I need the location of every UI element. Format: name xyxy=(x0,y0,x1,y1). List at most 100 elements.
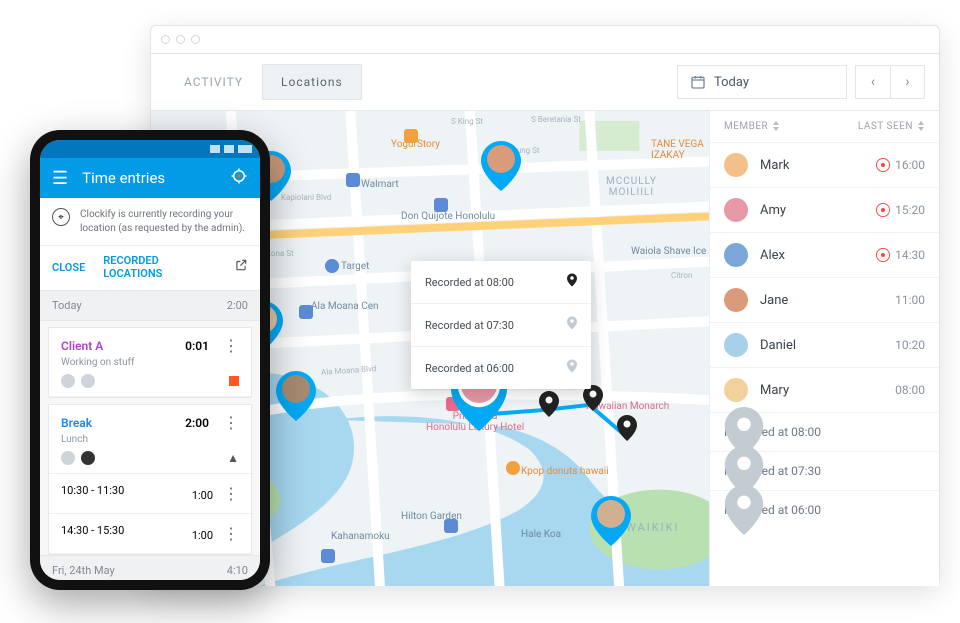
member-last-seen: 08:00 xyxy=(895,383,925,397)
banner-text: Clockify is currently recording your loc… xyxy=(80,208,248,235)
window-control-close[interactable] xyxy=(161,35,170,44)
map-tooltip-label: Recorded at 06:00 xyxy=(425,362,514,375)
member-row[interactable]: Daniel10:20 xyxy=(710,322,939,367)
location-target-icon[interactable] xyxy=(230,167,248,189)
poi-icon xyxy=(434,198,448,212)
member-row[interactable]: Mark 16:00 xyxy=(710,142,939,187)
poi-icon xyxy=(325,259,339,273)
pin-icon xyxy=(567,316,577,334)
menu-icon[interactable]: ☰ xyxy=(52,168,68,189)
member-row[interactable]: Jane11:00 xyxy=(710,277,939,322)
column-last-seen[interactable]: LAST SEEN xyxy=(858,121,925,132)
map-member-pin[interactable] xyxy=(591,496,631,546)
member-row[interactable]: Alex14:30 xyxy=(710,232,939,277)
map-tooltip-label: Recorded at 07:30 xyxy=(425,319,514,332)
billable-icon xyxy=(81,374,95,388)
map-road-label: S Beretania St xyxy=(531,115,581,124)
sub-entry-duration: 1:00 xyxy=(192,529,213,542)
date-picker[interactable]: Today xyxy=(677,65,847,99)
member-last-seen: 10:20 xyxy=(895,338,925,352)
member-name: Amy xyxy=(760,203,877,218)
recorded-locations-button[interactable]: RECORDED LOCATIONS xyxy=(103,254,216,280)
map-label: Kahanamoku xyxy=(331,531,390,542)
date-label: Today xyxy=(714,75,749,90)
tab-locations[interactable]: Locations xyxy=(262,64,362,100)
map-road-label: S King St xyxy=(451,117,483,126)
phone-appbar: ☰ Time entries xyxy=(40,158,260,198)
phone-statusbar xyxy=(40,140,260,158)
map-tooltip-row[interactable]: Recorded at 06:00 xyxy=(411,347,591,389)
entry-card[interactable]: Break 2:00 ⋮ Lunch ▲ 10:30 - 11:30 1:00 … xyxy=(48,404,252,555)
entry-card[interactable]: Client A 0:01 ⋮ Working on stuff xyxy=(48,327,252,398)
map-tooltip-row[interactable]: Recorded at 08:00 xyxy=(411,261,591,304)
member-last-seen: 16:00 xyxy=(895,158,925,172)
member-row[interactable]: Mary08:00 xyxy=(710,367,939,412)
pin-icon xyxy=(567,273,577,291)
map-label: Target xyxy=(341,261,369,272)
open-external-icon[interactable] xyxy=(234,258,248,276)
day-total: 4:10 xyxy=(227,564,248,577)
live-indicator xyxy=(877,204,889,216)
map-label: Waiola Shave Ice xyxy=(631,246,706,257)
sub-entry[interactable]: 14:30 - 15:30 1:00 ⋮ xyxy=(49,514,251,554)
day-label: Today xyxy=(52,299,82,312)
date-nav: ‹ › xyxy=(855,65,925,99)
appbar-title: Time entries xyxy=(82,169,165,187)
entry-title: Client A xyxy=(61,339,177,353)
members-sidebar: MEMBER LAST SEEN Mark 16:00 Amy 15:20 Alex14… xyxy=(709,111,939,586)
live-indicator xyxy=(877,159,889,171)
map-location-pin[interactable] xyxy=(539,391,559,417)
day-header: Today 2:00 xyxy=(40,290,260,321)
map-location-pin[interactable] xyxy=(617,415,637,441)
entry-subtitle: Working on stuff xyxy=(61,357,239,368)
member-last-seen: 11:00 xyxy=(895,293,925,307)
window-control-max[interactable] xyxy=(191,35,200,44)
member-name: Mark xyxy=(760,158,877,173)
member-name: Mary xyxy=(760,383,895,398)
date-prev-button[interactable]: ‹ xyxy=(856,66,890,98)
more-icon[interactable]: ⋮ xyxy=(217,336,239,355)
member-name: Daniel xyxy=(760,338,895,353)
entry-subtitle: Lunch xyxy=(61,434,239,445)
tag-icon xyxy=(61,451,75,465)
map-member-pin[interactable] xyxy=(481,141,521,191)
more-icon[interactable]: ⋮ xyxy=(213,524,239,543)
poi-icon xyxy=(321,549,335,563)
tab-activity[interactable]: ACTIVITY xyxy=(165,64,262,100)
battery-icon xyxy=(238,145,252,153)
crosshair-icon: ⌖ xyxy=(52,208,70,226)
date-next-button[interactable]: › xyxy=(890,66,924,98)
signal-icon xyxy=(210,145,220,153)
recorded-row[interactable]: Recorded at 06:00 xyxy=(710,490,939,529)
map-label: WAIKIKI xyxy=(626,521,679,534)
sub-entry[interactable]: 10:30 - 11:30 1:00 ⋮ xyxy=(49,474,251,514)
avatar xyxy=(724,153,748,177)
column-member[interactable]: MEMBER xyxy=(724,121,780,132)
poi-icon xyxy=(444,519,458,533)
member-row[interactable]: Amy 15:20 xyxy=(710,187,939,232)
calendar-icon xyxy=(690,74,706,90)
close-button[interactable]: CLOSE xyxy=(52,261,85,274)
map-label: Don Quijote Honolulu xyxy=(401,211,495,222)
map-label: Ala Moana Cen xyxy=(311,301,379,312)
avatar xyxy=(724,243,748,267)
window-control-min[interactable] xyxy=(176,35,185,44)
map-label: Walmart xyxy=(361,179,399,190)
poi-icon xyxy=(506,461,520,475)
entry-title: Break xyxy=(61,416,177,430)
recording-indicator xyxy=(229,376,239,386)
sub-entry-duration: 1:00 xyxy=(192,489,213,502)
map-tooltip-row[interactable]: Recorded at 07:30 xyxy=(411,304,591,347)
tag-icon xyxy=(61,374,75,388)
avatar xyxy=(724,288,748,312)
map-label: Hale Koa xyxy=(521,529,561,540)
sub-entry-range: 14:30 - 15:30 xyxy=(61,524,124,543)
more-icon[interactable]: ⋮ xyxy=(213,484,239,503)
member-last-seen: 15:20 xyxy=(895,203,925,217)
map-member-pin[interactable] xyxy=(276,371,316,421)
chevron-up-icon[interactable]: ▲ xyxy=(227,451,239,465)
more-icon[interactable]: ⋮ xyxy=(217,413,239,432)
map-label: TANE VEGA IZAKAY xyxy=(651,139,704,161)
wifi-icon xyxy=(224,145,234,153)
billable-icon xyxy=(81,451,95,465)
